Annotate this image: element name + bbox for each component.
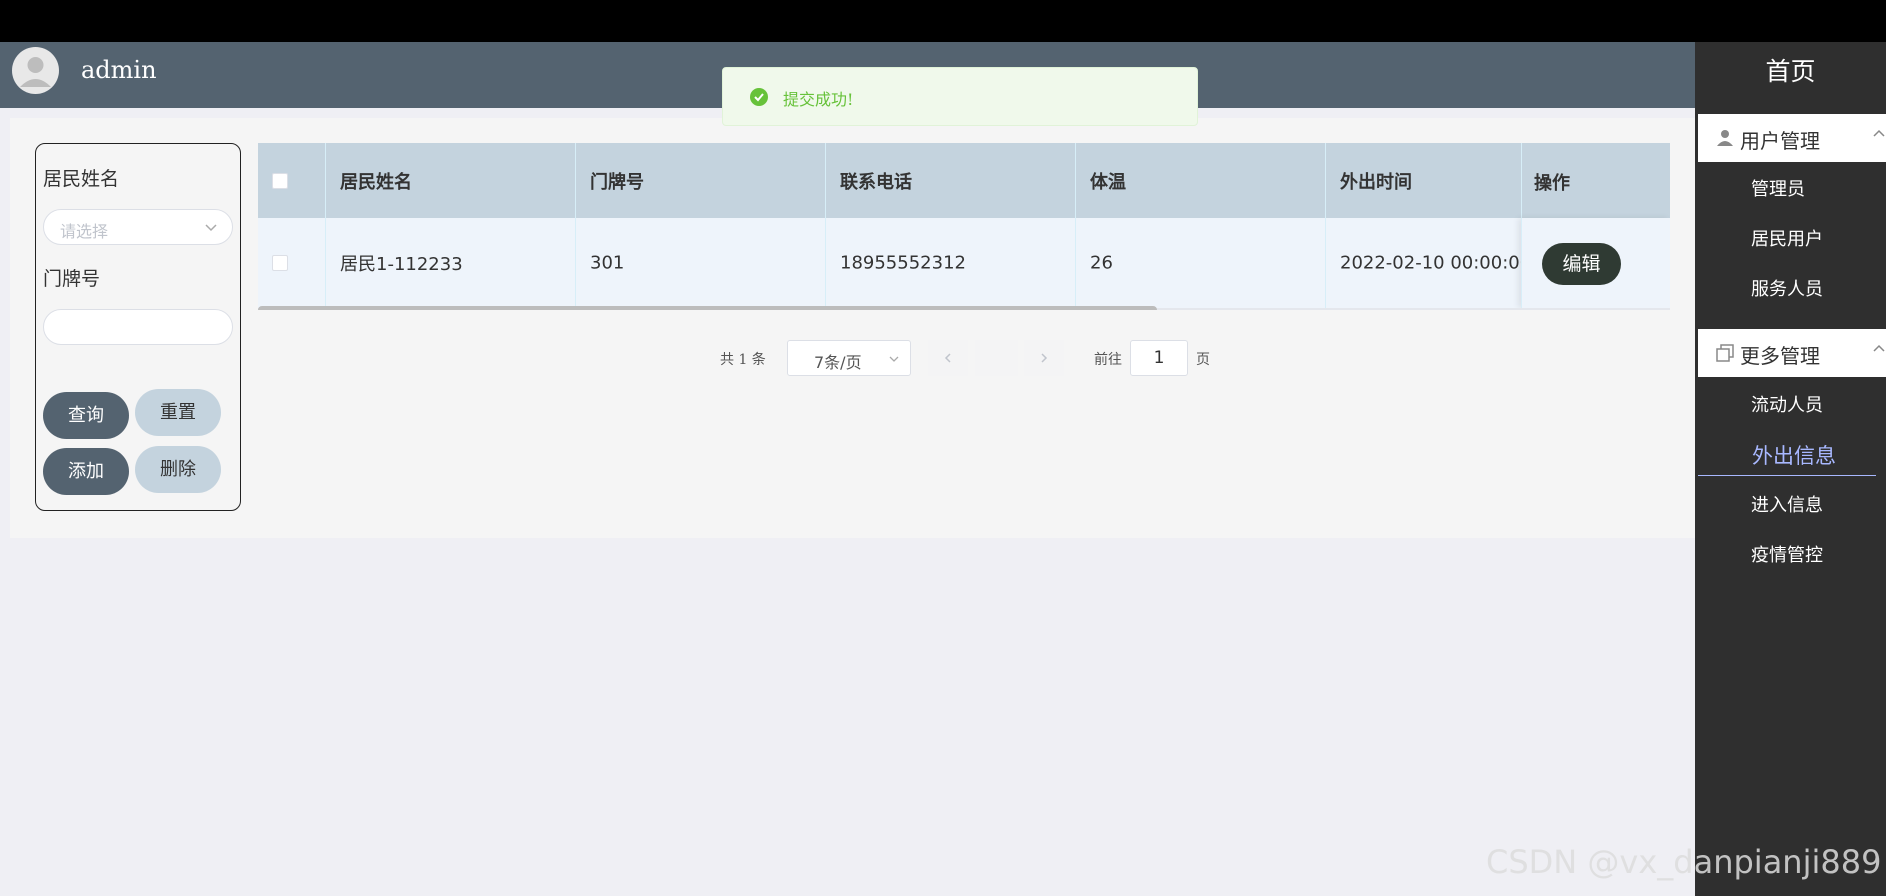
goto-label: 前往 [1094, 352, 1122, 368]
sidebar-item-floating-population[interactable]: 流动人员 [1751, 391, 1823, 417]
sidebar-item-resident-user[interactable]: 居民用户 [1751, 225, 1823, 251]
operation-column: 操作 编辑 [1521, 143, 1670, 308]
delete-button[interactable]: 删除 [135, 446, 221, 493]
sidebar-item-outing-info[interactable]: 外出信息 [1752, 440, 1836, 470]
col-header-door[interactable]: 门牌号 [576, 143, 826, 218]
cell-out-time: 2022-02-10 00:00:00 [1326, 218, 1526, 308]
col-header-temperature[interactable]: 体温 [1076, 143, 1326, 218]
edit-button[interactable]: 编辑 [1542, 243, 1621, 285]
copy-icon [1716, 344, 1734, 362]
user-icon [1717, 130, 1733, 146]
sidebar-item-entry-info[interactable]: 进入信息 [1751, 491, 1823, 517]
goto-page-input[interactable]: 1 [1130, 340, 1188, 376]
check-circle-icon [750, 88, 768, 106]
sidebar-group-label: 更多管理 [1740, 344, 1820, 368]
os-topbar [0, 0, 1886, 42]
next-page-button[interactable] [1024, 340, 1064, 376]
door-number-input[interactable] [43, 309, 233, 345]
select-placeholder: 请选择 [60, 222, 109, 241]
cell-action: 编辑 [1521, 218, 1670, 308]
row-checkbox[interactable] [272, 255, 288, 271]
filter-panel: 居民姓名 请选择 门牌号 查询 重置 添加 删除 [35, 143, 241, 511]
total-count: 共 1 条 [720, 352, 766, 368]
query-button[interactable]: 查询 [43, 392, 129, 439]
page-unit-label: 页 [1196, 352, 1210, 368]
resident-name-select[interactable]: 请选择 [43, 209, 233, 245]
cell-phone: 18955552312 [826, 218, 1076, 308]
horizontal-scrollbar[interactable] [258, 306, 1157, 310]
avatar[interactable] [12, 47, 59, 94]
success-toast: 提交成功! [722, 67, 1198, 126]
col-header-phone[interactable]: 联系电话 [826, 143, 1076, 218]
add-button[interactable]: 添加 [43, 448, 129, 495]
cell-name: 居民1-112233 [326, 218, 576, 308]
page-size-value: 7条/页 [814, 353, 862, 372]
door-number-label: 门牌号 [43, 268, 101, 290]
resident-name-label: 居民姓名 [43, 168, 120, 190]
select-all-checkbox[interactable] [272, 172, 288, 189]
col-header-name[interactable]: 居民姓名 [326, 143, 576, 218]
username: admin [81, 56, 157, 84]
toast-message: 提交成功! [783, 90, 854, 109]
reset-button[interactable]: 重置 [135, 389, 221, 436]
sidebar-item-epidemic-control[interactable]: 疫情管控 [1751, 541, 1823, 567]
table-header: 居民姓名 门牌号 联系电话 体温 外出时间 [258, 143, 1670, 218]
active-underline [1698, 475, 1876, 476]
header-checkbox-cell [258, 143, 326, 218]
table-row[interactable]: 居民1-112233 301 18955552312 26 2022-02-10… [258, 218, 1670, 308]
sidebar: 首页 用户管理 管理员 居民用户 服务人员 更多管理 流动人员 外出信息 进入信… [1695, 42, 1886, 896]
sidebar-item-service-staff[interactable]: 服务人员 [1751, 275, 1823, 301]
chevron-up-icon [1873, 344, 1885, 352]
chevron-down-icon [205, 224, 217, 232]
data-table: 居民姓名 门牌号 联系电话 体温 外出时间 居民1-112233 301 189… [258, 143, 1670, 310]
sidebar-item-home[interactable]: 首页 [1695, 52, 1886, 88]
chevron-up-icon [1873, 129, 1885, 137]
chevron-left-icon [944, 353, 951, 363]
col-header-out-time[interactable]: 外出时间 [1326, 143, 1526, 218]
cell-door: 301 [576, 218, 826, 308]
sidebar-group-more-management[interactable]: 更多管理 [1698, 329, 1886, 377]
cell-temperature: 26 [1076, 218, 1326, 308]
prev-page-button[interactable] [928, 340, 968, 376]
chevron-right-icon [1041, 353, 1048, 363]
page-size-select[interactable]: 7条/页 [787, 340, 911, 376]
sidebar-group-user-management[interactable]: 用户管理 [1698, 114, 1886, 162]
current-page-indicator[interactable] [975, 340, 1018, 376]
col-header-action: 操作 [1521, 143, 1670, 218]
row-checkbox-cell [258, 218, 326, 308]
watermark: CSDN @vx_danpianji889 [1486, 843, 1882, 881]
chevron-down-icon [889, 356, 899, 362]
avatar-user-icon [20, 57, 51, 87]
sidebar-group-label: 用户管理 [1740, 129, 1820, 153]
sidebar-item-admin[interactable]: 管理员 [1751, 175, 1805, 201]
